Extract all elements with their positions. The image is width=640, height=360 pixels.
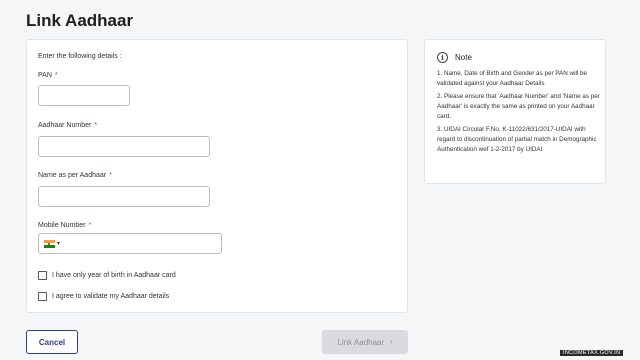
link-aadhaar-form: Enter the following details : PAN * Aadha… (26, 39, 408, 313)
year-of-birth-checkbox-row[interactable]: I have only year of birth in Aadhaar car… (38, 271, 176, 280)
note-header: i Note (437, 52, 472, 63)
required-marker: * (94, 122, 98, 129)
page-title: Link Aadhaar (26, 11, 134, 30)
note-item: 2. Please ensure that 'Aadhaar Number' a… (437, 93, 600, 120)
name-as-per-aadhaar-input[interactable] (38, 186, 210, 207)
info-icon: i (437, 52, 448, 63)
year-of-birth-checkbox[interactable] (38, 271, 47, 280)
required-marker: * (54, 72, 58, 79)
link-aadhaar-button-label: Link Aadhaar (337, 337, 385, 347)
form-intro-text: Enter the following details : (38, 53, 122, 60)
aadhaar-number-label: Aadhaar Number * (38, 122, 98, 129)
agree-validate-checkbox-row[interactable]: I agree to validate my Aadhaar details (38, 292, 169, 301)
agree-validate-checkbox[interactable] (38, 292, 47, 301)
country-dropdown-caret-icon[interactable]: ▾ (57, 240, 60, 247)
pan-input[interactable] (38, 85, 130, 106)
required-marker: * (88, 222, 92, 229)
mobile-number-label: Mobile Number * (38, 222, 92, 229)
chevron-right-icon: › (390, 338, 393, 346)
year-of-birth-checkbox-label[interactable]: I have only year of birth in Aadhaar car… (52, 272, 176, 279)
note-list: 1. Name, Date of Birth and Gender as per… (437, 69, 601, 158)
name-as-per-aadhaar-label: Name as per Aadhaar * (38, 172, 112, 179)
pan-label: PAN * (38, 72, 58, 79)
note-item: 1. Name, Date of Birth and Gender as per… (437, 70, 588, 87)
india-flag-icon[interactable] (44, 240, 55, 249)
note-title: Note (455, 53, 472, 62)
mobile-number-input[interactable]: ▾ (38, 233, 222, 254)
aadhaar-number-input[interactable] (38, 136, 210, 157)
cancel-button[interactable]: Cancel (26, 330, 78, 354)
note-panel: i Note 1. Name, Date of Birth and Gender… (424, 39, 606, 184)
watermark: INCOMETAX.GOV.IN (560, 350, 624, 356)
link-aadhaar-button[interactable]: Link Aadhaar › (322, 330, 408, 354)
agree-validate-checkbox-label[interactable]: I agree to validate my Aadhaar details (52, 293, 169, 300)
note-item: 3. UIDAI Circular F.No. K-11022/631/2017… (437, 126, 597, 153)
required-marker: * (109, 172, 112, 179)
